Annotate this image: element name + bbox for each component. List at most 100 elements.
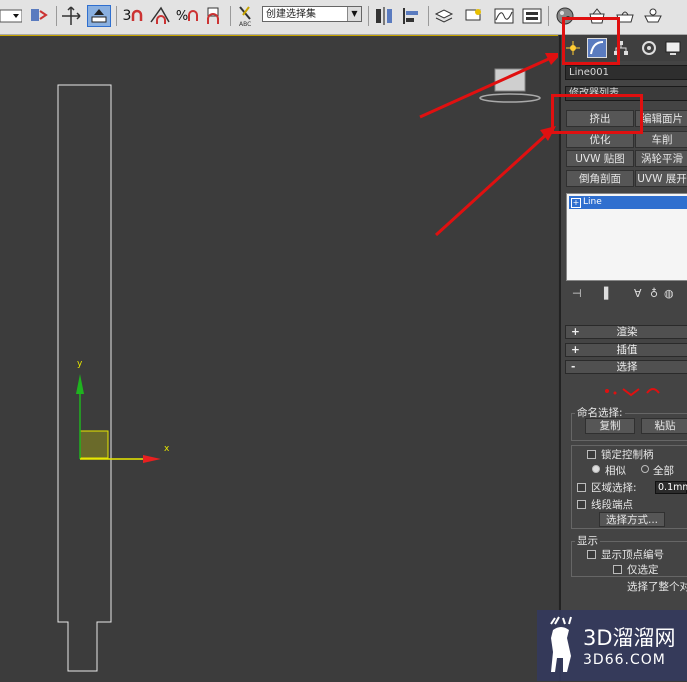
expand-icon[interactable]: + [571, 198, 581, 208]
segment-end-label: 线段端点 [591, 499, 633, 511]
percent-label: % [175, 8, 189, 24]
edit-named-selection-icon[interactable]: ABC [234, 5, 258, 27]
modifier-button-label: 涡轮平滑 [641, 153, 683, 165]
select-and-rotate-icon[interactable] [87, 5, 111, 27]
selection-status-text: 选择了整个对 [627, 581, 687, 593]
line-spline-shape [57, 84, 112, 672]
y-axis-arrow [76, 374, 84, 394]
area-selection-checkbox[interactable] [577, 483, 586, 492]
angle-snap-toggle-icon[interactable] [148, 5, 172, 27]
copy-button-label: 复制 [599, 420, 621, 432]
show-vertex-numbers-checkbox[interactable] [587, 550, 596, 559]
select-and-move-icon[interactable] [60, 5, 82, 27]
separator [368, 6, 369, 26]
named-selection-set-dropdown[interactable]: 创建选择集 ▼ [262, 6, 362, 22]
rollout-label: 选择 [616, 361, 638, 373]
x-axis-label: x [164, 444, 170, 454]
area-selection-input[interactable]: 0.1mm [655, 481, 687, 494]
spinner-snap-toggle-icon[interactable] [202, 5, 226, 27]
snaps-toggle-icon[interactable]: 3 [120, 5, 146, 27]
deer-logo-icon [550, 616, 572, 672]
copy-button[interactable]: 复制 [585, 418, 635, 434]
annotation-highlight-box [562, 17, 620, 65]
selection-filter-dropdown[interactable] [0, 5, 22, 27]
show-vertex-numbers-label: 显示顶点编号 [601, 549, 664, 561]
separator [230, 6, 231, 26]
separator [56, 6, 57, 26]
all-label: 全部 [653, 465, 674, 477]
area-selection-label: 区域选择: [591, 482, 637, 494]
modifier-stack-list[interactable]: + Line [566, 193, 687, 281]
modifier-button-turbosmooth[interactable]: 涡轮平滑 [635, 150, 687, 167]
chevron-down-icon: ▼ [347, 7, 361, 21]
separator [116, 6, 117, 26]
lock-handles-checkbox[interactable] [587, 450, 596, 459]
subobject-level-icons [605, 388, 660, 397]
object-name-field[interactable]: Line001 [565, 65, 687, 80]
modifier-button-label: 车削 [651, 134, 673, 146]
mirror-icon[interactable] [372, 5, 396, 27]
stack-item-line[interactable]: + Line [569, 196, 687, 209]
all-radio[interactable] [641, 465, 649, 473]
rollout-sign: - [571, 361, 576, 373]
rollout-interpolation[interactable]: + 插值 [565, 343, 687, 357]
selected-only-checkbox[interactable] [613, 565, 622, 574]
segment-end-checkbox[interactable] [577, 500, 586, 509]
rollout-rendering[interactable]: + 渲染 [565, 325, 687, 339]
graphite-toolbar-icon[interactable] [462, 5, 486, 27]
modifier-button-uvw-map[interactable]: UVW 贴图 [566, 150, 634, 167]
similar-radio[interactable] [592, 465, 600, 473]
rollout-selection[interactable]: - 选择 [565, 360, 687, 374]
select-and-link-icon[interactable] [28, 5, 50, 27]
layer-manager-icon[interactable] [432, 5, 456, 27]
display-tab-icon[interactable] [663, 38, 683, 58]
schematic-view-icon[interactable] [520, 5, 544, 27]
stack-toolbar: ⊣ ▌ ∀ ♁ ◍ [566, 285, 687, 303]
motion-tab-icon[interactable] [639, 38, 659, 58]
top-viewport[interactable]: y x [0, 35, 558, 682]
viewport-canvas [57, 53, 558, 672]
named-selection-set-value: 创建选择集 [266, 9, 316, 20]
snap-label: 3 [122, 8, 132, 24]
stack-item-label: Line [583, 197, 602, 207]
select-by-button-label: 选择方式... [605, 514, 658, 526]
configure-modifier-sets-icon[interactable]: ◍ [664, 287, 674, 300]
command-panel: Line001 修改器列表 挤出 编辑面片 优化 车削 UVW 贴图 涡轮平滑 … [551, 17, 687, 681]
segment-level-icon [622, 388, 640, 397]
modifier-button-label: UVW 贴图 [575, 153, 625, 165]
pivot-gizmo-square [79, 430, 109, 459]
make-unique-icon[interactable]: ∀ [634, 287, 642, 300]
annotation-highlight-box [551, 94, 643, 134]
percent-snap-toggle-icon[interactable]: % [175, 5, 199, 27]
separator [428, 6, 429, 26]
render-production-icon[interactable] [641, 5, 665, 27]
modifier-button-label: UVW 展开 [637, 173, 687, 185]
annotation-arrow [434, 131, 550, 237]
object-name-value: Line001 [569, 67, 609, 78]
display-label: 显示 [575, 533, 600, 548]
pin-stack-icon[interactable]: ⊣ [572, 287, 582, 300]
similar-label: 相似 [605, 465, 626, 477]
y-axis-label: y [77, 359, 83, 369]
remove-modifier-icon[interactable]: ♁ [650, 287, 658, 300]
modifier-button-label: 优化 [589, 134, 611, 146]
curve-editor-icon[interactable] [492, 5, 516, 27]
paste-button[interactable]: 粘贴 [641, 418, 687, 434]
select-by-button[interactable]: 选择方式... [599, 512, 665, 527]
align-icon[interactable] [400, 5, 424, 27]
rollout-sign: + [571, 326, 580, 338]
separator [548, 6, 549, 26]
show-end-result-icon[interactable]: ▌ [604, 287, 612, 300]
watermark-logo: 3D溜溜网 3D66.COM [537, 610, 687, 681]
x-axis-arrow [143, 455, 161, 463]
modifier-button-bevel-profile[interactable]: 倒角剖面 [566, 170, 634, 187]
paste-button-label: 粘贴 [654, 420, 676, 432]
viewcube-compass-ring [479, 93, 541, 103]
selected-only-label: 仅选定 [627, 564, 659, 576]
modifier-button-label: 编辑面片 [641, 113, 683, 125]
svg-text:ABC: ABC [239, 21, 251, 27]
rollout-label: 渲染 [616, 326, 638, 338]
modifier-button-label: 倒角剖面 [579, 173, 621, 185]
rollout-sign: + [571, 344, 580, 356]
modifier-button-unwrap-uvw[interactable]: UVW 展开 [635, 170, 687, 187]
